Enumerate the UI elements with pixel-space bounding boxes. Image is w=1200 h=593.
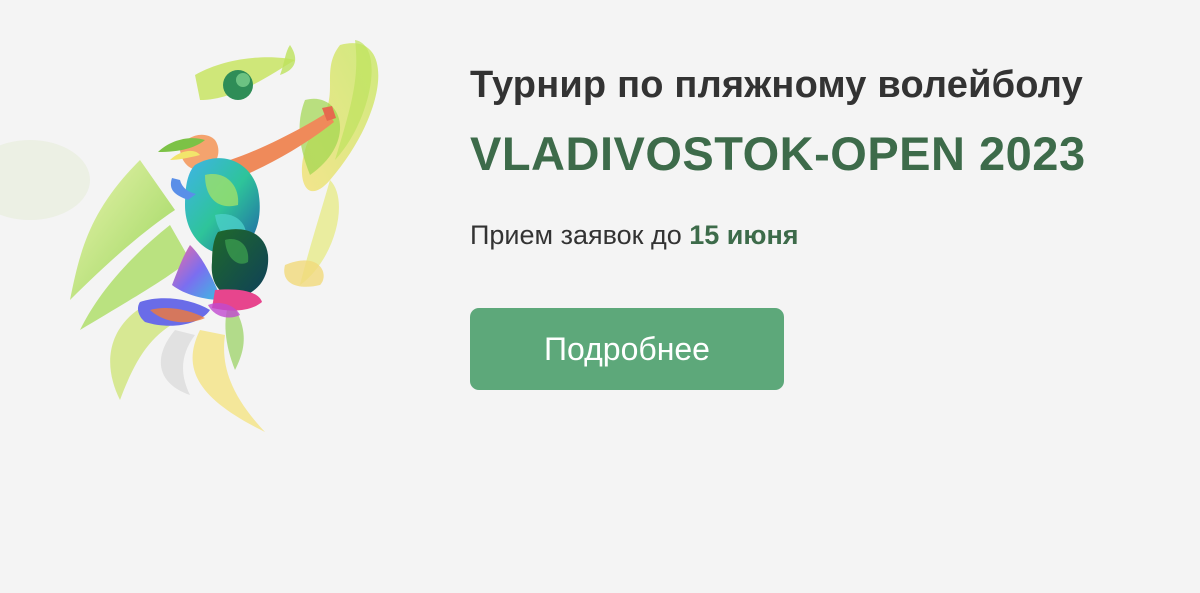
volleyball-player-illustration	[0, 40, 379, 432]
registration-deadline: Прием заявок до 15 июня	[470, 220, 799, 251]
deadline-prefix: Прием заявок до	[470, 220, 682, 250]
player-figure	[137, 106, 336, 326]
leaf-shape	[284, 260, 324, 287]
deadline-date: 15 июня	[689, 220, 799, 250]
more-details-button[interactable]: Подробнее	[470, 308, 784, 390]
tournament-title: VLADIVOSTOK-OPEN 2023	[470, 127, 1086, 180]
tournament-subtitle: Турнир по пляжному волейболу	[470, 64, 1083, 106]
leaf-shape	[160, 330, 195, 395]
background-wash	[0, 140, 90, 220]
tournament-banner: Турнир по пляжному волейболу VLADIVOSTOK…	[0, 0, 1200, 593]
volleyball-icon	[195, 45, 296, 100]
